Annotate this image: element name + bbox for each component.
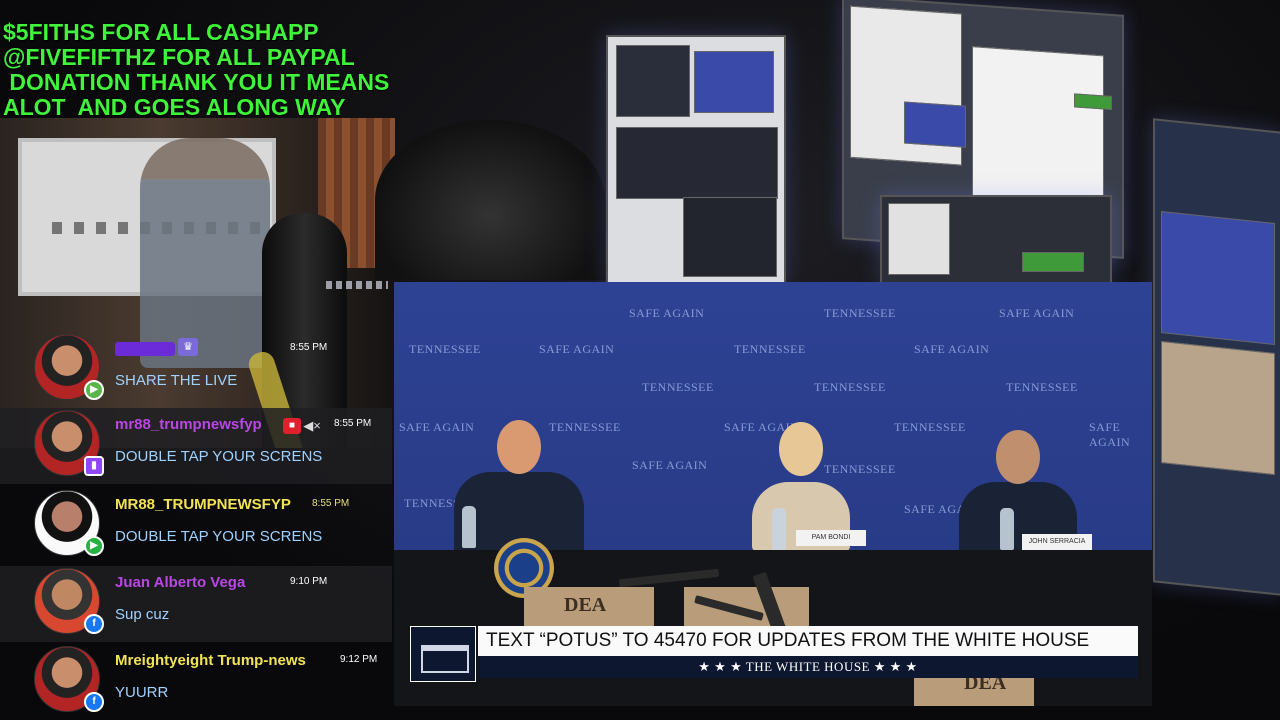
donation-banner: $5FITHS FOR ALL CASHAPP @FIVEFIFTHZ FOR … [3, 19, 390, 120]
water-bottle [1000, 508, 1014, 550]
facebook-icon: f [84, 614, 104, 634]
streamer-headset [375, 120, 605, 280]
backdrop-text: SAFE AGAIN [399, 420, 475, 434]
backdrop-text: SAFE AGAIN [914, 342, 990, 356]
backdrop-text: TENNESSEE [814, 380, 886, 394]
chat-message: ▶ ♛ 8:55 PM SHARE THE LIVE [0, 332, 392, 408]
white-house-logo-icon [410, 626, 476, 682]
backdrop-text: TENNESSEE [734, 342, 806, 356]
username: Juan Alberto Vega [115, 574, 246, 591]
water-bottle [772, 508, 786, 550]
chat-message: f Juan Alberto Vega 9:10 PM Sup cuz [0, 566, 392, 642]
twitch-icon: ▮ [84, 456, 104, 476]
message-time: 9:12 PM [340, 654, 378, 665]
message-text: DOUBLE TAP YOUR SCRENS [115, 528, 323, 545]
chyron-subtitle: ★ ★ ★ THE WHITE HOUSE ★ ★ ★ [478, 656, 1138, 678]
message-time: 8:55 PM [312, 498, 350, 509]
rumble-icon: ▶ [84, 536, 104, 556]
backdrop-text: TENNESSEE [1006, 380, 1078, 394]
backdrop-text: TENNESSEE [824, 306, 896, 320]
username: mr88_trumpnewsfyp [115, 416, 262, 433]
chyron-headline: TEXT “POTUS” TO 45470 FOR UPDATES FROM T… [478, 626, 1138, 656]
chat-message: ▮ mr88_trumpnewsfyp ■ ◀× 8:55 PM DOUBLE … [0, 408, 392, 484]
message-time: 9:10 PM [290, 576, 328, 587]
monitor-right [1153, 118, 1280, 596]
monitor-lower [880, 195, 1112, 284]
camera-icon: ■ [283, 418, 301, 434]
message-time: 8:55 PM [334, 418, 372, 429]
message-text: Sup cuz [115, 606, 170, 623]
username: MR88_TRUMPNEWSFYP [115, 496, 291, 513]
nameplate: JOHN SERRACIA [1022, 534, 1092, 550]
facebook-icon: f [84, 692, 104, 712]
message-time: 8:55 PM [290, 342, 328, 353]
backdrop-text: TENNESSEE [894, 420, 966, 434]
message-text: DOUBLE TAP YOUR SCRENS [115, 448, 323, 465]
share-icon: ▶ [84, 380, 104, 400]
crown-icon: ♛ [178, 338, 198, 356]
social-icons-row [326, 281, 388, 289]
chat-message: f Mreightyeight Trump-news 9:12 PM YUURR [0, 644, 392, 720]
chat-message: ▶ MR88_TRUMPNEWSFYP 8:55 PM DOUBLE TAP Y… [0, 488, 392, 564]
message-text: YUURR [115, 684, 169, 701]
backdrop-text: SAFE AGAIN [1089, 420, 1131, 449]
backdrop-text: TENNESSEE [824, 462, 896, 476]
username-redacted [115, 342, 175, 356]
backdrop-text: SAFE AGAIN [629, 306, 705, 320]
mute-icon: ◀× [303, 418, 321, 433]
message-text: SHARE THE LIVE [115, 372, 238, 389]
water-bottle [462, 506, 476, 548]
backdrop-text: TENNESSEE [549, 420, 621, 434]
backdrop-text: TENNESSEE [642, 380, 714, 394]
backdrop-text: SAFE AGAIN [539, 342, 615, 356]
news-chyron: TEXT “POTUS” TO 45470 FOR UPDATES FROM T… [410, 626, 1138, 682]
nameplate: PAM BONDI [796, 530, 866, 546]
username: Mreightyeight Trump-news [115, 652, 306, 669]
monitor-left [606, 35, 786, 284]
backdrop-text: SAFE AGAIN [999, 306, 1075, 320]
news-video-feed[interactable]: SAFE AGAIN TENNESSEE SAFE AGAIN TENNESSE… [394, 282, 1152, 706]
backdrop-text: SAFE AGAIN [632, 458, 708, 472]
backdrop-text: TENNESSEE [409, 342, 481, 356]
box-label: DEA [564, 594, 607, 616]
